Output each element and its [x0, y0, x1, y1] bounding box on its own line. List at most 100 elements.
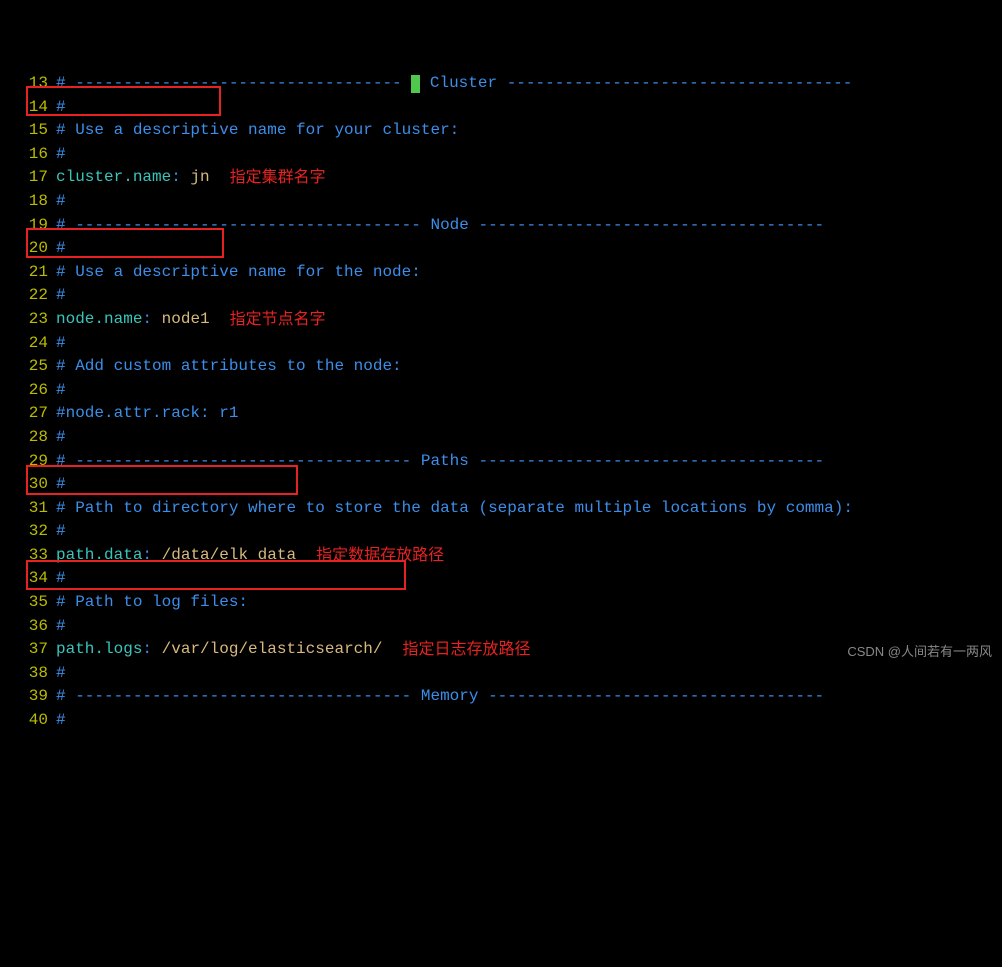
code-line: 36 #: [0, 615, 1002, 639]
code-line: 20 #: [0, 237, 1002, 261]
yaml-value: jn: [181, 166, 210, 190]
section-dash: # -----------------------------------: [56, 450, 421, 474]
comment-text: #node.attr.rack: r1: [56, 402, 238, 426]
section-name: Paths: [421, 450, 469, 474]
line-number: 37: [0, 638, 48, 662]
line-number: 25: [0, 355, 48, 379]
line-number: 17: [0, 166, 48, 190]
section-dash: ------------------------------------: [507, 72, 853, 96]
section-dash: -----------------------------------: [478, 685, 824, 709]
code-line: 30 #: [0, 473, 1002, 497]
line-number: 28: [0, 426, 48, 450]
code-line: 38#: [0, 662, 1002, 686]
comment-text: #: [56, 520, 66, 544]
comment-text: #: [56, 615, 66, 639]
comment-text: #: [56, 190, 66, 214]
comment-text: #: [56, 379, 66, 403]
code-line: 19# ------------------------------------…: [0, 214, 1002, 238]
line-number: 31: [0, 497, 48, 521]
section-dash: # ----------------------------------: [56, 72, 411, 96]
section-dash: ------------------------------------: [469, 450, 824, 474]
code-line: 39# ----------------------------------- …: [0, 685, 1002, 709]
line-number: 23: [0, 308, 48, 332]
yaml-colon: :: [142, 638, 152, 662]
section-name: Cluster: [420, 72, 506, 96]
comment-text: #: [56, 709, 66, 733]
comment-text: #: [56, 143, 66, 167]
comment-text: # Use a descriptive name for your cluste…: [56, 119, 459, 143]
line-number: 29: [0, 450, 48, 474]
comment-text: #: [56, 567, 66, 591]
code-line: 17 cluster.name: jn 指定集群名字: [0, 166, 1002, 190]
line-number: 36: [0, 615, 48, 639]
code-editor[interactable]: 13 # ---------------------------------- C…: [0, 72, 1002, 733]
line-number: 13: [0, 72, 48, 96]
comment-text: # Path to directory where to store the d…: [56, 497, 853, 521]
yaml-colon: :: [142, 544, 152, 568]
comment-text: #: [56, 473, 66, 497]
comment-text: #: [56, 96, 66, 120]
annotation-label: 指定数据存放路径: [316, 544, 444, 568]
line-number: 18: [0, 190, 48, 214]
comment-text: #: [56, 237, 66, 261]
line-number: 35: [0, 591, 48, 615]
line-number: 39: [0, 685, 48, 709]
comment-text: #: [56, 662, 66, 686]
code-line: 31 # Path to directory where to store the…: [0, 497, 1002, 521]
section-dash: # -----------------------------------: [56, 685, 421, 709]
line-number: 19: [0, 214, 48, 238]
comment-text: #: [56, 332, 66, 356]
yaml-value: node1: [152, 308, 210, 332]
code-line: 25# Add custom attributes to the node:: [0, 355, 1002, 379]
comment-text: #: [56, 284, 66, 308]
code-line: 40 #: [0, 709, 1002, 733]
line-number: 14: [0, 96, 48, 120]
code-line: 35 # Path to log files:: [0, 591, 1002, 615]
comment-text: # Path to log files:: [56, 591, 248, 615]
section-dash: ------------------------------------: [469, 214, 824, 238]
code-line: 15# Use a descriptive name for your clus…: [0, 119, 1002, 143]
line-number: 27: [0, 402, 48, 426]
code-line: 21 # Use a descriptive name for the node:: [0, 261, 1002, 285]
code-line: 27 #node.attr.rack: r1: [0, 402, 1002, 426]
code-line: 29# ----------------------------------- …: [0, 450, 1002, 474]
yaml-key: path.logs: [56, 638, 142, 662]
yaml-colon: :: [171, 166, 181, 190]
comment-text: #: [56, 426, 66, 450]
code-line: 33path.data: /data/elk_data指定数据存放路径: [0, 544, 1002, 568]
code-line: 26 #: [0, 379, 1002, 403]
code-line: 14 #: [0, 96, 1002, 120]
line-number: 40: [0, 709, 48, 733]
yaml-value: /data/elk_data: [152, 544, 296, 568]
section-name: Node: [430, 214, 468, 238]
code-line: 28 #: [0, 426, 1002, 450]
line-number: 21: [0, 261, 48, 285]
annotation-label: 指定节点名字: [230, 308, 326, 332]
code-line: 16 #: [0, 143, 1002, 167]
code-line: 18 #: [0, 190, 1002, 214]
line-number: 34: [0, 567, 48, 591]
line-number: 33: [0, 544, 48, 568]
line-number: 32: [0, 520, 48, 544]
comment-text: # Use a descriptive name for the node:: [56, 261, 421, 285]
line-number: 26: [0, 379, 48, 403]
line-number: 22: [0, 284, 48, 308]
line-number: 30: [0, 473, 48, 497]
code-line: 24 #: [0, 332, 1002, 356]
code-line: 32 #: [0, 520, 1002, 544]
annotation-label: 指定日志存放路径: [402, 638, 530, 662]
section-name: Memory: [421, 685, 479, 709]
yaml-key: cluster.name: [56, 166, 171, 190]
line-number: 20: [0, 237, 48, 261]
yaml-value: /var/log/elasticsearch/: [152, 638, 382, 662]
yaml-colon: :: [142, 308, 152, 332]
code-line: 22 #: [0, 284, 1002, 308]
line-number: 16: [0, 143, 48, 167]
code-line: 23 node.name: node1 指定节点名字: [0, 308, 1002, 332]
annotation-label: 指定集群名字: [230, 166, 326, 190]
code-line: 13 # ---------------------------------- C…: [0, 72, 1002, 96]
yaml-key: node.name: [56, 308, 142, 332]
cursor: [411, 75, 420, 93]
code-line: 34 #: [0, 567, 1002, 591]
line-number: 24: [0, 332, 48, 356]
